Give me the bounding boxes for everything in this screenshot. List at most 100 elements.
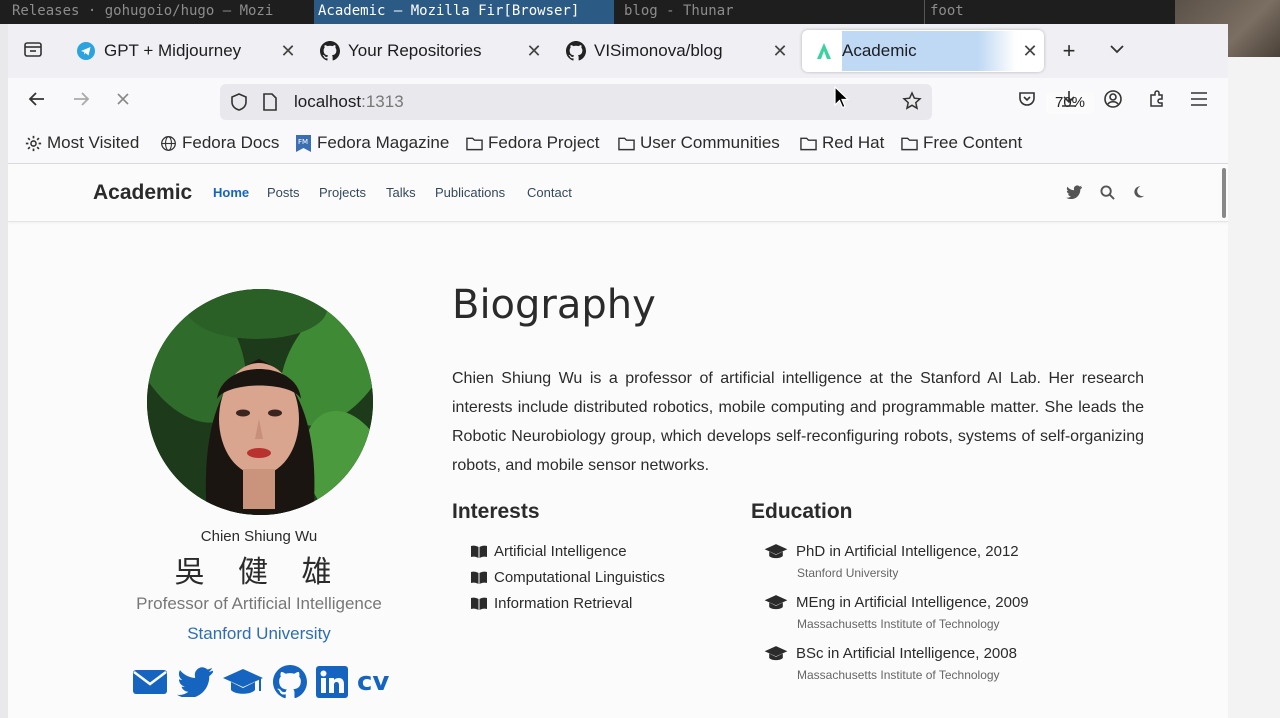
list-all-tabs-button[interactable] [1102,36,1132,66]
profile-name-chinese: 吳 健 雄 [174,555,344,590]
scrollbar-thumb[interactable] [1222,168,1226,218]
biography-text: Chien Shiung Wu is a professor of artifi… [452,370,1144,474]
bookmark-free-content[interactable]: Free Content [900,133,1022,153]
puzzle-icon [1147,89,1167,114]
wm-divider [924,0,925,24]
stop-loading-button[interactable] [108,86,138,116]
navigation-toolbar: localhost:1313 70% [8,78,1228,124]
url-text[interactable]: localhost:1313 [294,92,404,112]
firefox-view-icon [23,39,43,64]
education-degree: BSc in Artificial Intelligence, 2008 [796,645,1017,662]
nav-link-home[interactable]: Home [213,185,249,200]
nav-link-publications[interactable]: Publications [435,185,505,200]
envelope-icon[interactable] [132,664,168,700]
wm-window-title[interactable]: blog - Thunar [624,0,914,24]
biography-title: Biography [452,282,656,328]
shield-icon[interactable] [230,92,248,117]
folder-icon [900,134,918,152]
cv-link[interactable]: CV [357,664,389,700]
bookmark-red-hat[interactable]: Red Hat [799,133,884,153]
interest-item: Artificial Intelligence [470,543,627,560]
globe-icon [159,134,177,152]
bookmark-user-communities[interactable]: User Communities [617,133,780,153]
bookmark-fedora-docs[interactable]: Fedora Docs [159,133,279,153]
education-institution: Stanford University [797,566,899,580]
interest-item: Computational Linguistics [470,569,665,586]
extensions-button[interactable] [1142,86,1172,116]
bookmark-label: User Communities [640,133,780,152]
education-institution: Massachusetts Institute of Technology [797,617,1000,631]
interest-label: Information Retrieval [494,595,633,612]
linkedin-icon[interactable] [316,664,348,700]
folder-icon [799,134,817,152]
bookmark-label: Red Hat [822,133,885,152]
bookmark-label: Fedora Magazine [317,133,450,152]
graduation-cap-icon[interactable] [222,664,264,700]
site-navbar: Academic Home Posts Projects Talks Publi… [8,164,1228,222]
firefox-view-button[interactable] [18,36,48,66]
wm-window-title[interactable]: foot [930,0,1170,24]
book-icon [470,597,488,611]
academic-icon [814,41,834,61]
nav-link-contact[interactable]: Contact [527,185,572,200]
education-item: MEng in Artificial Intelligence, 2009 Ma… [764,594,1029,631]
close-icon[interactable]: ✕ [274,41,302,62]
pocket-icon [1017,89,1037,114]
close-icon[interactable]: ✕ [1016,41,1044,62]
social-links: CV [132,662,402,702]
tab-visimonova-blog[interactable]: VISimonova/blog ✕ [554,30,794,72]
tab-academic[interactable]: Academic ✕ [802,30,1044,72]
twitter-icon[interactable] [1065,183,1083,201]
hamburger-icon [1190,91,1208,112]
url-bar[interactable]: localhost:1313 70% [220,84,1094,120]
close-icon[interactable]: ✕ [520,41,548,62]
pocket-button[interactable] [1012,86,1042,116]
site-brand[interactable]: Academic [93,181,192,205]
chevron-down-icon [1109,41,1125,62]
new-tab-button[interactable]: + [1054,36,1084,66]
interest-label: Computational Linguistics [494,569,665,586]
profile-name: Chien Shiung Wu [200,528,318,545]
bookmark-fedora-project[interactable]: Fedora Project [465,133,600,153]
bookmark-fedora-magazine[interactable]: FM Fedora Magazine [294,133,449,153]
fedora-magazine-icon: FM [294,134,312,152]
url-port: :1313 [361,92,404,111]
page-icon[interactable] [262,92,278,117]
forward-button[interactable] [66,86,96,116]
profile-role: Professor of Artificial Intelligence [136,594,382,613]
wm-window-title-active[interactable]: Academic — Mozilla Fir[Browser] [314,0,614,24]
menu-button[interactable] [1184,86,1214,116]
svg-text:FM: FM [298,138,308,146]
graduation-cap-icon [764,645,790,662]
downloads-button[interactable] [1054,86,1084,116]
bookmark-label: Fedora Docs [182,133,280,152]
moon-icon[interactable] [1129,183,1147,201]
web-page: Academic Home Posts Projects Talks Publi… [8,164,1228,718]
interest-item: Information Retrieval [470,595,632,612]
nav-link-posts[interactable]: Posts [267,185,300,200]
account-icon [1103,89,1123,114]
profile-organization[interactable]: Stanford University [8,624,510,644]
search-icon[interactable] [1098,183,1116,201]
bookmark-most-visited[interactable]: Most Visited [24,133,139,153]
star-icon[interactable] [902,91,922,116]
download-icon [1059,89,1079,114]
github-icon [566,41,586,61]
arrow-left-icon [27,89,47,114]
mouse-cursor-icon [834,85,850,110]
close-icon[interactable]: ✕ [766,41,794,62]
nav-link-projects[interactable]: Projects [319,185,366,200]
url-host: localhost [294,92,362,111]
tab-your-repositories[interactable]: Your Repositories ✕ [308,30,548,72]
back-button[interactable] [22,86,52,116]
tab-label: GPT + Midjourney [104,41,242,60]
account-button[interactable] [1098,86,1128,116]
wm-window-title[interactable]: Releases · gohugoio/hugo — Mozi [12,0,308,24]
education-item: BSc in Artificial Intelligence, 2008 Mas… [764,645,1017,682]
bookmarks-toolbar: Most Visited Fedora Docs FM Fedora Magaz… [8,124,1228,164]
github-icon[interactable] [273,664,307,700]
nav-link-talks[interactable]: Talks [386,185,416,200]
tab-gpt-midjourney[interactable]: GPT + Midjourney ✕ [64,30,302,72]
window-manager-bar: Releases · gohugoio/hugo — Mozi Academic… [0,0,1175,24]
twitter-icon[interactable] [177,664,213,700]
